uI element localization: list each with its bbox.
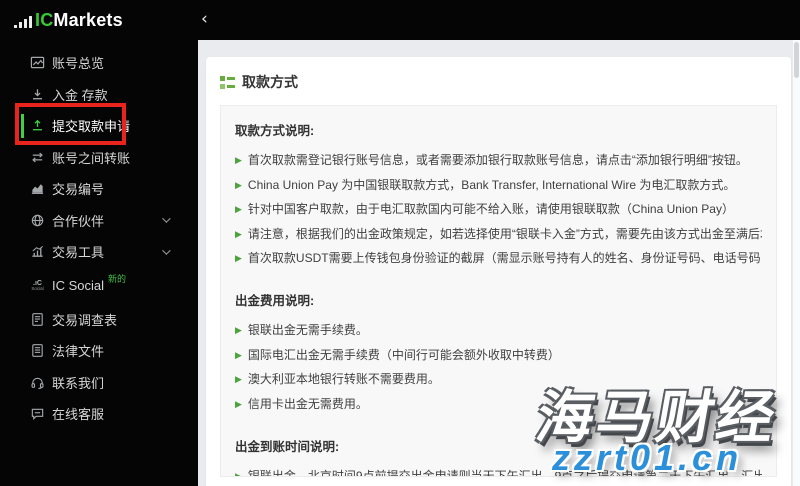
bullet-list: ▶ 银联出金，北京时间9点前提交出金申请则当天下午汇出，9点之后提交申请第二天下午…: [235, 469, 762, 477]
sidebar-item-label: 账号总览: [52, 56, 105, 72]
sidebar-item-live-chat[interactable]: 在线客服: [0, 398, 198, 430]
survey-document-icon: [30, 312, 45, 327]
scrollbar-track[interactable]: [793, 40, 800, 486]
list-item: ▶ 国际电汇出金无需手续费（中间行可能会额外收取中转费）: [235, 347, 560, 362]
list-item: ▶ 首次取款需登记银行账号信息，或者需要添加银行取款账号信息，请点击“添加银行明细…: [235, 153, 748, 167]
sidebar-collapse-icon[interactable]: ‹: [201, 9, 208, 29]
sidebar-item-withdraw[interactable]: 提交取款申请: [0, 110, 198, 142]
sidebar-item-label: 入金 存款: [52, 87, 108, 103]
section-heading: 出金到账时间说明:: [235, 439, 340, 454]
bullet-arrow-icon: ▶: [235, 179, 242, 190]
bullet-list: ▶ 银联出金无需手续费。 ▶ 国际电汇出金无需手续费（中间行可能会额外收取中转费） …: [235, 323, 762, 411]
withdraw-icon: [30, 118, 45, 133]
ic-social-icon: .ıC Social: [31, 279, 44, 291]
page-title: 取款方式: [242, 74, 298, 90]
sidebar-item-contact-us[interactable]: 联系我们: [0, 367, 198, 399]
logo-ic-text: IC: [35, 10, 54, 30]
section-arrival-time: 出金到账时间说明: ▶ 银联出金，北京时间9点前提交出金申请则当天下午汇出，9点之…: [235, 436, 762, 477]
sidebar-item-label: IC Social: [52, 278, 105, 293]
sidebar-item-legal-documents[interactable]: 法律文件: [0, 335, 198, 367]
headset-icon: [30, 375, 45, 390]
sidebar-item-label: 交易工具: [52, 245, 105, 261]
sidebar-item-account-overview[interactable]: 账号总览: [0, 47, 198, 79]
logo-bars-icon: [14, 16, 32, 31]
withdrawal-methods-card: 取款方式 取款方式说明: ▶ 首次取款需登记银行账号信息，或者需要添加银行取款账号…: [206, 57, 791, 486]
list-item: ▶ 首次取款USDT需要上传钱包身份验证的截屏（需显示账号持有人的姓名、身份证号码…: [235, 251, 762, 265]
sidebar-item-ic-social[interactable]: .ıC Social IC Social 新的: [0, 268, 198, 304]
info-box: 取款方式说明: ▶ 首次取款需登记银行账号信息，或者需要添加银行取款账号信息，请点…: [220, 105, 777, 477]
new-badge: 新的: [108, 274, 127, 284]
transfer-icon: [30, 150, 45, 165]
bullet-arrow-icon: ▶: [235, 349, 242, 360]
legal-document-icon: [30, 343, 45, 358]
sidebar-item-label: 联系我们: [52, 375, 105, 391]
list-item: ▶ 银联出金，北京时间9点前提交出金申请则当天下午汇出，9点之后提交申请第二天下午…: [235, 469, 762, 477]
deposit-icon: [30, 87, 45, 102]
bullet-arrow-icon: ▶: [235, 204, 242, 214]
sidebar-item-label: 交易编号: [52, 182, 105, 198]
sidebar-item-transfer[interactable]: 账号之间转账: [0, 142, 198, 174]
main-content: 取款方式 取款方式说明: ▶ 首次取款需登记银行账号信息，或者需要添加银行取款账号…: [198, 40, 800, 486]
bullet-list: ▶ 首次取款需登记银行账号信息，或者需要添加银行取款账号信息，请点击“添加银行明细…: [235, 153, 762, 265]
section-withdrawal-methods: 取款方式说明: ▶ 首次取款需登记银行账号信息，或者需要添加银行取款账号信息，请点…: [235, 120, 762, 265]
section-withdrawal-fees: 出金费用说明: ▶ 银联出金无需手续费。 ▶ 国际电汇出金无需手续费（中间行可能会额…: [235, 290, 762, 411]
list-item: ▶ 澳大利亚本地银行转账不需要费用。: [235, 372, 440, 386]
sidebar-item-label: 提交取款申请: [52, 119, 131, 135]
list-item: ▶ 信用卡出金无需费用。: [235, 396, 368, 411]
sidebar: IC Markets 账号总览 入金 存款 提交取款申请 账号之间转账 交易编号…: [0, 0, 198, 486]
section-heading: 取款方式说明:: [235, 124, 315, 138]
section-heading: 出金费用说明:: [235, 294, 315, 308]
list-item: ▶ 银联出金无需手续费。: [235, 323, 368, 337]
bullet-arrow-icon: ▶: [235, 325, 242, 335]
bullet-arrow-icon: ▶: [235, 228, 242, 239]
trading-tools-icon: [30, 244, 45, 259]
scrollbar-thumb[interactable]: [794, 42, 799, 78]
bullet-arrow-icon: ▶: [235, 398, 242, 409]
chevron-down-icon: [162, 214, 171, 224]
trade-chart-icon: [30, 181, 45, 196]
sidebar-item-label: 账号之间转账: [52, 150, 131, 166]
sidebar-item-trading-survey[interactable]: 交易调查表: [0, 304, 198, 336]
sidebar-item-label: 合作伙伴: [52, 213, 105, 229]
sidebar-item-trading-tools[interactable]: 交易工具: [0, 236, 198, 268]
chevron-down-icon: [162, 246, 171, 255]
bullet-arrow-icon: ▶: [235, 374, 242, 384]
sidebar-item-trade-numbers[interactable]: 交易编号: [0, 173, 198, 205]
sidebar-item-deposit[interactable]: 入金 存款: [0, 79, 198, 111]
list-icon: [220, 75, 235, 89]
bullet-arrow-icon: ▶: [235, 470, 242, 477]
sidebar-item-label: 交易调查表: [52, 312, 118, 328]
bullet-arrow-icon: ▶: [235, 155, 242, 165]
sidebar-menu: 账号总览 入金 存款 提交取款申请 账号之间转账 交易编号 合作伙伴 交易工具 …: [0, 47, 198, 430]
list-item: ▶ China Union Pay 为中国银联取款方式，Bank Transfer…: [235, 177, 736, 192]
account-overview-icon: [30, 55, 45, 70]
sidebar-item-label: 法律文件: [52, 344, 105, 360]
ic-markets-logo[interactable]: IC Markets: [14, 10, 123, 31]
list-item: ▶ 请注意，根据我们的出金政策规定，如若选择使用“银联卡入金”方式，需要先由该方式…: [235, 226, 762, 241]
sidebar-item-partners[interactable]: 合作伙伴: [0, 205, 198, 237]
chat-bubble-icon: [30, 406, 45, 421]
card-header: 取款方式: [206, 57, 791, 105]
sidebar-item-label: 在线客服: [52, 407, 105, 423]
partners-globe-icon: [30, 213, 45, 228]
logo-markets-text: Markets: [53, 10, 123, 30]
list-item: ▶ 针对中国客户取款，由于电汇取款国内可能不给入账，请使用银联取款（China U…: [235, 202, 734, 216]
bullet-arrow-icon: ▶: [235, 253, 242, 263]
